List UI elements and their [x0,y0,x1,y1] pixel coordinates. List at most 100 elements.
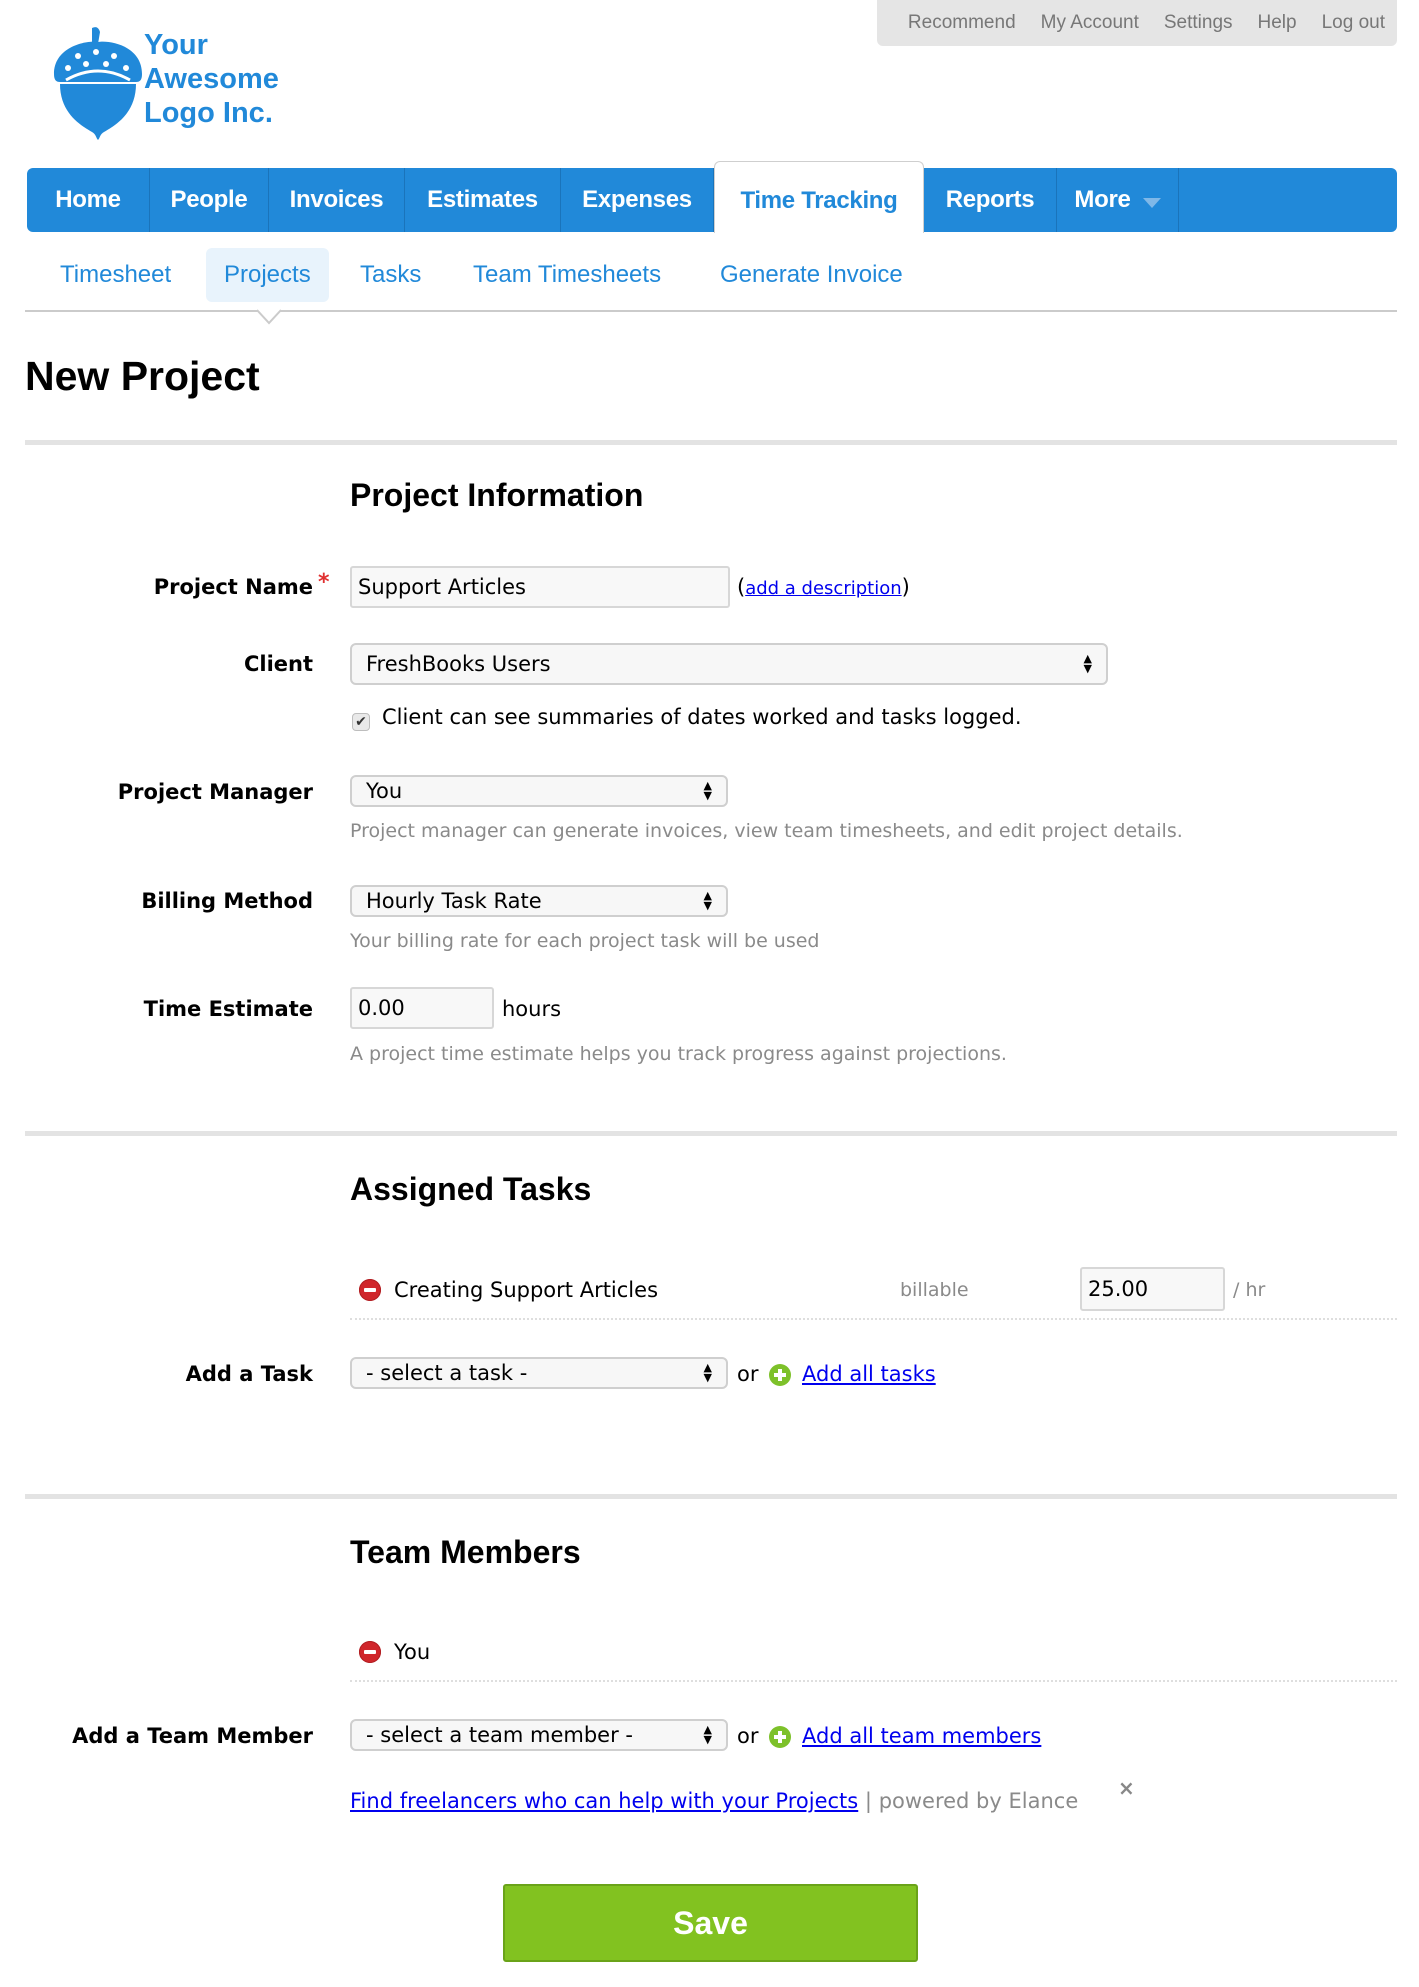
section-divider [25,440,1397,445]
save-button[interactable]: Save [503,1884,918,1962]
nav-tab-label: Estimates [427,186,538,213]
nav-tab-label: Time Tracking [740,186,898,214]
logo-line-1: Your [144,29,208,61]
add-task-selected-value: - select a task - [366,1361,528,1385]
time-estimate-input[interactable] [350,987,494,1029]
task-rate-input[interactable] [1080,1267,1225,1311]
subnav-tasks[interactable]: Tasks [342,248,439,302]
task-rate-unit: / hr [1233,1279,1266,1301]
nav-tab-expenses[interactable]: Expenses [561,168,714,232]
utility-links: Recommend My Account Settings Help Log o… [877,0,1397,46]
section-title-team-members: Team Members [350,1534,581,1570]
add-member-selected-value: - select a team member - [366,1723,633,1747]
chevron-down-icon [1142,198,1161,208]
nav-tab-reports[interactable]: Reports [924,168,1057,232]
active-pointer [257,309,281,325]
add-all-team-members-link[interactable]: Add all team members [802,1724,1041,1748]
select-arrows-icon: ▲ ▼ [1083,652,1092,675]
subnav-timesheet[interactable]: Timesheet [42,248,189,302]
logo-line-3: Logo Inc. [144,97,273,129]
client-visibility-checkbox[interactable]: ✔ [352,713,370,731]
row-separator [350,1680,1397,1682]
time-estimate-hint: A project time estimate helps you track … [350,1043,1007,1065]
subnav-label: Timesheet [60,261,172,288]
select-arrows-icon: ▲ ▼ [703,779,712,802]
select-arrows-icon: ▲ ▼ [703,889,712,912]
client-select[interactable]: FreshBooks Users ▲ ▼ [350,643,1108,685]
project-manager-label: Project Manager [117,780,313,804]
find-freelancers-link[interactable]: Find freelancers who can help with your … [350,1789,858,1813]
add-team-member-label: Add a Team Member [72,1724,313,1748]
required-asterisk: * [318,570,330,595]
logo-text: Your Awesome Logo Inc. [144,28,279,130]
add-task-label: Add a Task [185,1362,313,1386]
subnav-label: Tasks [360,261,422,288]
settings-link[interactable]: Settings [1164,12,1233,34]
task-name: Creating Support Articles [394,1278,659,1302]
my-account-link[interactable]: My Account [1041,12,1139,34]
close-icon[interactable]: × [1118,1776,1135,1800]
subnav-projects[interactable]: Projects [206,248,329,302]
section-divider [25,1494,1397,1499]
task-billable-label: billable [900,1279,969,1301]
section-title-project-information: Project Information [350,477,644,513]
separator: | [864,1789,872,1813]
add-icon[interactable] [769,1726,791,1748]
log-out-link[interactable]: Log out [1322,12,1385,34]
client-visibility-label: Client can see summaries of dates worked… [382,705,1022,729]
nav-tab-label: More [1074,186,1131,213]
nav-tab-label: Home [55,186,121,213]
recommend-link[interactable]: Recommend [908,12,1016,34]
nav-tab-more[interactable]: More [1057,168,1179,232]
or-text: or [737,1362,759,1386]
paren-close: ) [901,575,910,599]
remove-member-icon[interactable] [359,1641,381,1663]
logo-line-2: Awesome [144,63,279,95]
select-arrows-icon: ▲ ▼ [703,1723,712,1746]
nav-tab-home[interactable]: Home [27,168,150,232]
nav-tab-invoices[interactable]: Invoices [269,168,405,232]
billing-method-label: Billing Method [141,889,313,913]
add-team-member-select[interactable]: - select a team member - ▲ ▼ [350,1719,728,1751]
add-task-select[interactable]: - select a task - ▲ ▼ [350,1357,728,1389]
project-manager-selected-value: You [366,779,403,803]
company-logo[interactable]: Your Awesome Logo Inc. [48,24,308,144]
subnav-generate-invoice[interactable]: Generate Invoice [702,248,921,302]
row-separator [350,1318,1397,1320]
nav-tab-people[interactable]: People [150,168,269,232]
checkmark-icon: ✔ [355,714,367,730]
project-name-input[interactable] [350,566,730,608]
section-divider [25,1131,1397,1136]
client-selected-value: FreshBooks Users [366,652,551,676]
add-description-link[interactable]: add a description [745,578,901,599]
remove-task-icon[interactable] [359,1279,381,1301]
subnav-label: Generate Invoice [720,261,903,288]
nav-tab-estimates[interactable]: Estimates [405,168,561,232]
add-icon[interactable] [769,1364,791,1386]
select-arrows-icon: ▲ ▼ [703,1361,712,1384]
help-link[interactable]: Help [1258,12,1297,34]
project-manager-select[interactable]: You ▲ ▼ [350,775,728,807]
section-title-assigned-tasks: Assigned Tasks [350,1171,592,1207]
add-all-tasks-link[interactable]: Add all tasks [802,1362,936,1386]
subnav-team-timesheets[interactable]: Team Timesheets [455,248,679,302]
time-estimate-label: Time Estimate [143,997,313,1021]
powered-by-text: powered by Elance [878,1789,1079,1813]
project-name-label: Project Name [153,575,313,599]
billing-method-select[interactable]: Hourly Task Rate ▲ ▼ [350,885,728,917]
or-text: or [737,1724,759,1748]
billing-method-selected-value: Hourly Task Rate [366,889,542,913]
subnav-label: Team Timesheets [473,261,662,288]
time-estimate-unit: hours [502,997,562,1021]
elance-promo: Find freelancers who can help with your … [350,1789,1078,1813]
member-name: You [394,1640,431,1664]
paren-open: ( [737,575,746,599]
nav-tab-time-tracking[interactable]: Time Tracking [714,161,924,233]
page-title: New Project [25,353,260,399]
project-manager-hint: Project manager can generate invoices, v… [350,820,1183,842]
billing-method-hint: Your billing rate for each project task … [350,930,820,952]
subnav-label: Projects [224,261,311,288]
subnav-divider [25,310,1397,312]
nav-tab-label: Reports [945,186,1035,213]
nav-tab-label: Expenses [582,186,692,213]
